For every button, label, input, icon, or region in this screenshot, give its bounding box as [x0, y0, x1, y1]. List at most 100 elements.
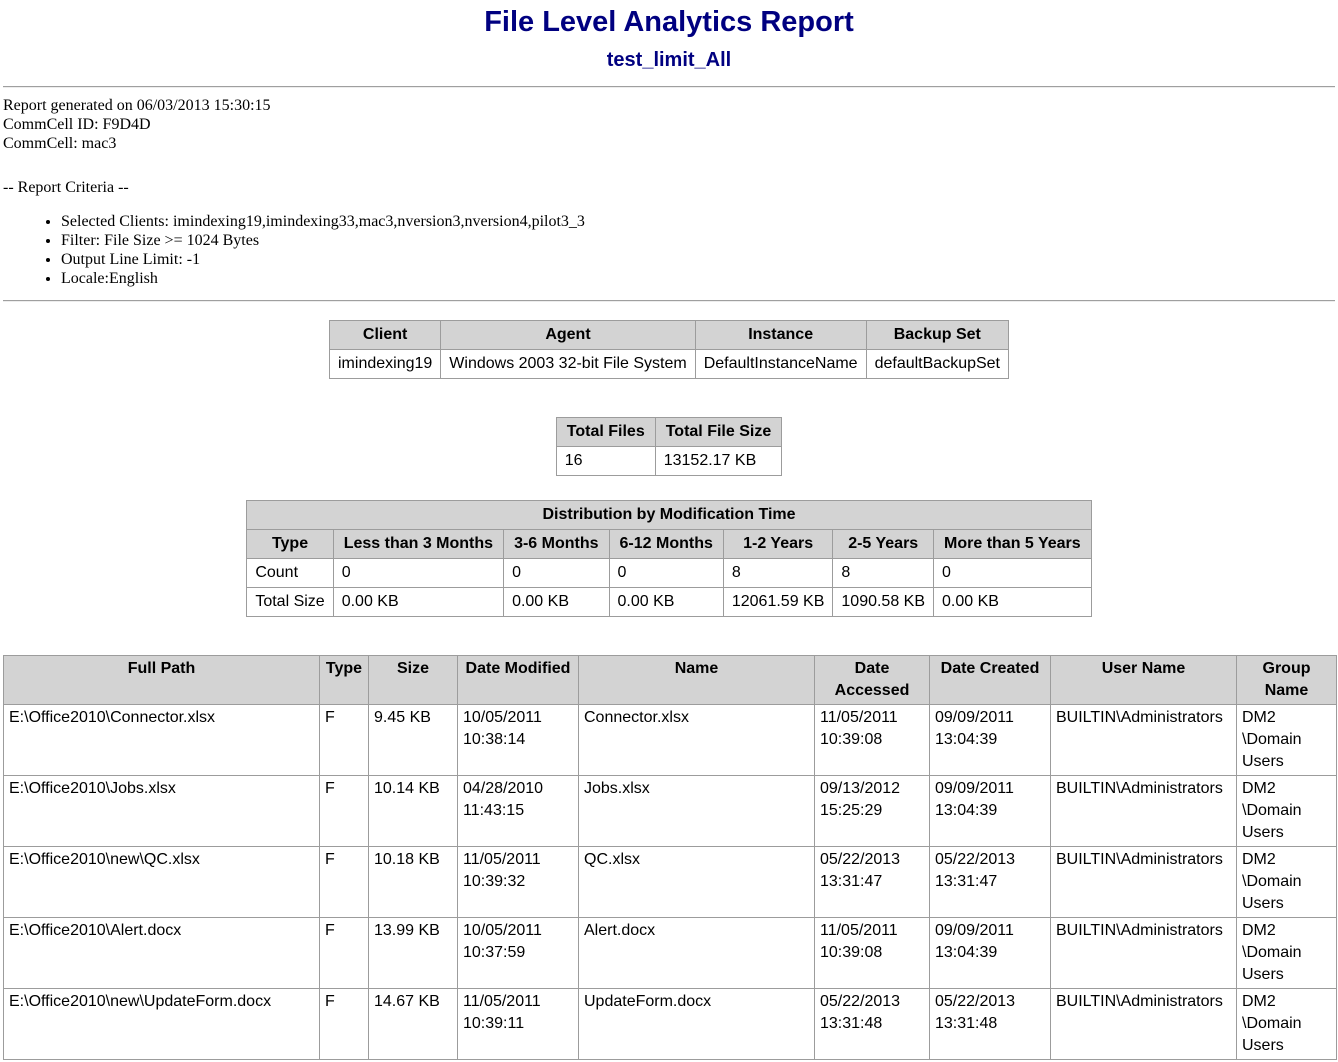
user-name-cell: BUILTIN\Administrators — [1051, 989, 1237, 1060]
full-path-cell: E:\Office2010\Alert.docx — [4, 918, 320, 989]
date-modified-cell: 10/05/2011 10:37:59 — [458, 918, 579, 989]
criteria-item-selected-clients: Selected Clients: imindexing19,imindexin… — [61, 212, 1335, 231]
divider-criteria — [3, 300, 1335, 302]
column-header-full-path: Full Path — [4, 656, 320, 705]
total-size-cell: 0.00 KB — [934, 588, 1092, 617]
date-accessed-cell: 11/05/2011 10:39:08 — [815, 705, 930, 776]
group-name-cell: DM2\Domain Users — [1237, 847, 1337, 918]
column-header-2-5-years: 2-5 Years — [833, 530, 934, 559]
name-cell: Alert.docx — [579, 918, 815, 989]
count-cell: 0 — [504, 559, 609, 588]
date-modified-cell: 10/05/2011 10:38:14 — [458, 705, 579, 776]
distribution-header-row: Type Less than 3 Months 3-6 Months 6-12 … — [247, 530, 1091, 559]
column-header-name: Name — [579, 656, 815, 705]
column-header-less-3-months: Less than 3 Months — [333, 530, 503, 559]
client-table-row: imindexing19 Windows 2003 32-bit File Sy… — [330, 350, 1009, 379]
total-file-size-cell: 13152.17 KB — [655, 447, 782, 476]
total-size-cell: 1090.58 KB — [833, 588, 934, 617]
column-header-backup-set: Backup Set — [866, 321, 1008, 350]
column-header-1-2-years: 1-2 Years — [723, 530, 833, 559]
file-row: E:\Office2010\new\QC.xlsx F 10.18 KB 11/… — [4, 847, 1337, 918]
count-cell: 8 — [723, 559, 833, 588]
group-name-cell: DM2\Domain Users — [1237, 989, 1337, 1060]
total-size-cell: 0.00 KB — [609, 588, 723, 617]
column-header-total-file-size: Total File Size — [655, 418, 782, 447]
report-meta: Report generated on 06/03/2013 15:30:15 … — [3, 96, 1335, 153]
report-subtitle: test_limit_All — [3, 49, 1335, 72]
count-cell: 0 — [934, 559, 1092, 588]
criteria-list: Selected Clients: imindexing19,imindexin… — [3, 212, 1335, 288]
name-cell: Jobs.xlsx — [579, 776, 815, 847]
criteria-heading: -- Report Criteria -- — [3, 178, 1335, 197]
column-header-file-type: Type — [320, 656, 369, 705]
row-label: Count — [247, 559, 333, 588]
distribution-table-title: Distribution by Modification Time — [247, 501, 1091, 530]
client-table: Client Agent Instance Backup Set imindex… — [329, 320, 1009, 379]
commcell-name: CommCell: mac3 — [3, 134, 1335, 153]
column-header-date-created: Date Created — [930, 656, 1051, 705]
file-row: E:\Office2010\Alert.docx F 13.99 KB 10/0… — [4, 918, 1337, 989]
criteria-item-filter: Filter: File Size >= 1024 Bytes — [61, 231, 1335, 250]
column-header-more-5-years: More than 5 Years — [934, 530, 1092, 559]
distribution-title-row: Distribution by Modification Time — [247, 501, 1091, 530]
name-cell: QC.xlsx — [579, 847, 815, 918]
file-row: E:\Office2010\Jobs.xlsx F 10.14 KB 04/28… — [4, 776, 1337, 847]
user-name-cell: BUILTIN\Administrators — [1051, 776, 1237, 847]
size-cell: 13.99 KB — [369, 918, 458, 989]
total-size-cell: 0.00 KB — [333, 588, 503, 617]
date-accessed-cell: 05/22/2013 13:31:48 — [815, 989, 930, 1060]
date-created-cell: 05/22/2013 13:31:47 — [930, 847, 1051, 918]
date-created-cell: 05/22/2013 13:31:48 — [930, 989, 1051, 1060]
client-cell: imindexing19 — [330, 350, 441, 379]
instance-cell: DefaultInstanceName — [695, 350, 866, 379]
full-path-cell: E:\Office2010\new\UpdateForm.docx — [4, 989, 320, 1060]
file-row: E:\Office2010\new\UpdateForm.docx F 14.6… — [4, 989, 1337, 1060]
group-name-cell: DM2\Domain Users — [1237, 705, 1337, 776]
count-cell: 0 — [609, 559, 723, 588]
file-type-cell: F — [320, 776, 369, 847]
date-accessed-cell: 05/22/2013 13:31:47 — [815, 847, 930, 918]
files-table-header-row: Full Path Type Size Date Modified Name D… — [4, 656, 1337, 705]
column-header-6-12-months: 6-12 Months — [609, 530, 723, 559]
column-header-size: Size — [369, 656, 458, 705]
file-type-cell: F — [320, 847, 369, 918]
totals-table: Total Files Total File Size 16 13152.17 … — [556, 417, 782, 476]
full-path-cell: E:\Office2010\new\QC.xlsx — [4, 847, 320, 918]
size-cell: 9.45 KB — [369, 705, 458, 776]
divider-top — [3, 86, 1335, 88]
size-cell: 14.67 KB — [369, 989, 458, 1060]
criteria-item-locale: Locale:English — [61, 269, 1335, 288]
file-type-cell: F — [320, 705, 369, 776]
count-cell: 8 — [833, 559, 934, 588]
file-type-cell: F — [320, 989, 369, 1060]
user-name-cell: BUILTIN\Administrators — [1051, 918, 1237, 989]
generated-timestamp: Report generated on 06/03/2013 15:30:15 — [3, 96, 1335, 115]
date-created-cell: 09/09/2011 13:04:39 — [930, 776, 1051, 847]
date-modified-cell: 11/05/2011 10:39:11 — [458, 989, 579, 1060]
column-header-date-modified: Date Modified — [458, 656, 579, 705]
column-header-type: Type — [247, 530, 333, 559]
date-accessed-cell: 09/13/2012 15:25:29 — [815, 776, 930, 847]
name-cell: UpdateForm.docx — [579, 989, 815, 1060]
totals-table-header-row: Total Files Total File Size — [556, 418, 781, 447]
distribution-total-size-row: Total Size 0.00 KB 0.00 KB 0.00 KB 12061… — [247, 588, 1091, 617]
file-row: E:\Office2010\Connector.xlsx F 9.45 KB 1… — [4, 705, 1337, 776]
column-header-total-files: Total Files — [556, 418, 655, 447]
total-size-cell: 12061.59 KB — [723, 588, 833, 617]
page-title: File Level Analytics Report — [3, 6, 1335, 39]
distribution-table: Distribution by Modification Time Type L… — [246, 500, 1091, 617]
distribution-count-row: Count 0 0 0 8 8 0 — [247, 559, 1091, 588]
column-header-user-name: User Name — [1051, 656, 1237, 705]
size-cell: 10.18 KB — [369, 847, 458, 918]
group-name-cell: DM2\Domain Users — [1237, 918, 1337, 989]
name-cell: Connector.xlsx — [579, 705, 815, 776]
criteria-item-output-line-limit: Output Line Limit: -1 — [61, 250, 1335, 269]
report-header: File Level Analytics Report test_limit_A… — [3, 6, 1335, 72]
files-table: Full Path Type Size Date Modified Name D… — [3, 655, 1337, 1060]
full-path-cell: E:\Office2010\Connector.xlsx — [4, 705, 320, 776]
file-type-cell: F — [320, 918, 369, 989]
size-cell: 10.14 KB — [369, 776, 458, 847]
date-modified-cell: 04/28/2010 11:43:15 — [458, 776, 579, 847]
column-header-3-6-months: 3-6 Months — [504, 530, 609, 559]
row-label: Total Size — [247, 588, 333, 617]
